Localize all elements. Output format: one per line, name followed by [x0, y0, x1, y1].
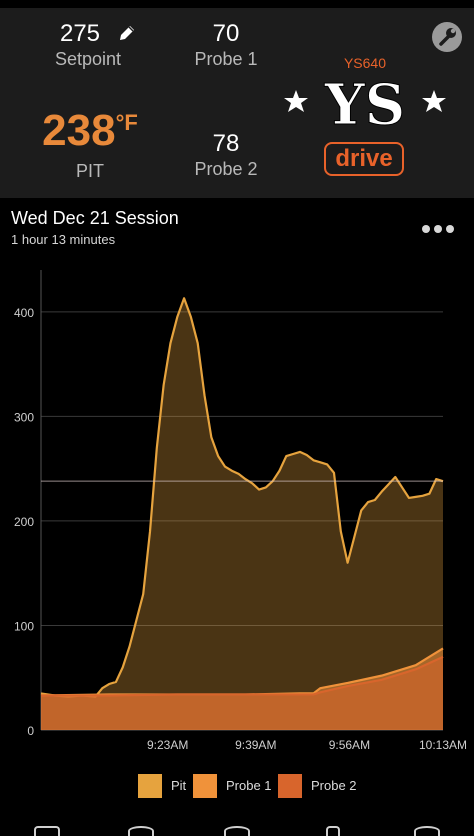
- status-strip: [0, 0, 474, 8]
- probe2-value: 78: [212, 130, 240, 157]
- session-title: Wed Dec 21 Session: [11, 208, 179, 228]
- setpoint-label: Setpoint: [54, 49, 122, 69]
- ys-logo-icon: YS: [284, 72, 446, 134]
- y-tick-label: 400: [14, 306, 34, 320]
- legend-label: Pit: [171, 778, 187, 793]
- pit-value: 238: [42, 106, 116, 155]
- pit-series-area: [41, 298, 443, 730]
- more-dot-icon: [446, 225, 454, 233]
- x-tick-label: 9:23AM: [147, 738, 188, 752]
- more-dot-icon: [434, 225, 442, 233]
- pit-stat: 238°F PIT: [20, 106, 160, 182]
- y-tick-label: 200: [14, 515, 34, 529]
- legend-swatch-pit: [138, 774, 162, 798]
- x-tick-label: 9:39AM: [235, 738, 276, 752]
- ys-logo-text: YS: [324, 72, 405, 134]
- logo-model-text: YS640: [343, 55, 387, 71]
- x-tick-label: 9:56AM: [329, 738, 370, 752]
- tab-dashboard-icon[interactable]: [34, 826, 60, 836]
- tab-settings-icon[interactable]: [414, 826, 440, 836]
- drive-badge: drive: [324, 142, 404, 176]
- more-options-button[interactable]: [418, 220, 458, 240]
- probe1-label: Probe 1: [194, 49, 258, 69]
- tab-grill-icon[interactable]: [224, 826, 250, 836]
- settings-wrench-button[interactable]: [432, 22, 462, 52]
- legend-label: Probe 1: [226, 778, 272, 793]
- pit-unit: °F: [115, 110, 138, 135]
- wrench-icon: [439, 28, 456, 46]
- session-duration: 1 hour 13 minutes: [11, 232, 116, 247]
- tab-alerts-icon[interactable]: [326, 826, 340, 836]
- pit-label: PIT: [75, 161, 104, 181]
- y-tick-label: 0: [27, 724, 34, 738]
- y-tick-label: 100: [14, 619, 34, 633]
- legend-label: Probe 2: [311, 778, 357, 793]
- more-dot-icon: [422, 225, 430, 233]
- probe2-stat: 78 Probe 2: [176, 130, 276, 180]
- x-tick-label: 10:13AM: [419, 738, 467, 752]
- y-tick-label: 300: [14, 410, 34, 424]
- legend-swatch-probe2: [278, 774, 302, 798]
- setpoint-value: 275: [59, 20, 101, 47]
- pencil-icon[interactable]: [118, 24, 136, 42]
- probe1-value: 70: [212, 20, 240, 47]
- probe1-stat: 70 Probe 1: [176, 20, 276, 70]
- temperature-chart: 0 100 200 300 400 9:23AM 9:39AM 9:56AM 10:13AM: [14, 270, 467, 752]
- tab-cooks-icon[interactable]: [128, 826, 154, 836]
- legend-swatch-probe1: [193, 774, 217, 798]
- stats-panel: 275 Setpoint 70 Probe 1 238°F PIT 78 Pro…: [0, 0, 474, 198]
- probe2-label: Probe 2: [194, 159, 258, 179]
